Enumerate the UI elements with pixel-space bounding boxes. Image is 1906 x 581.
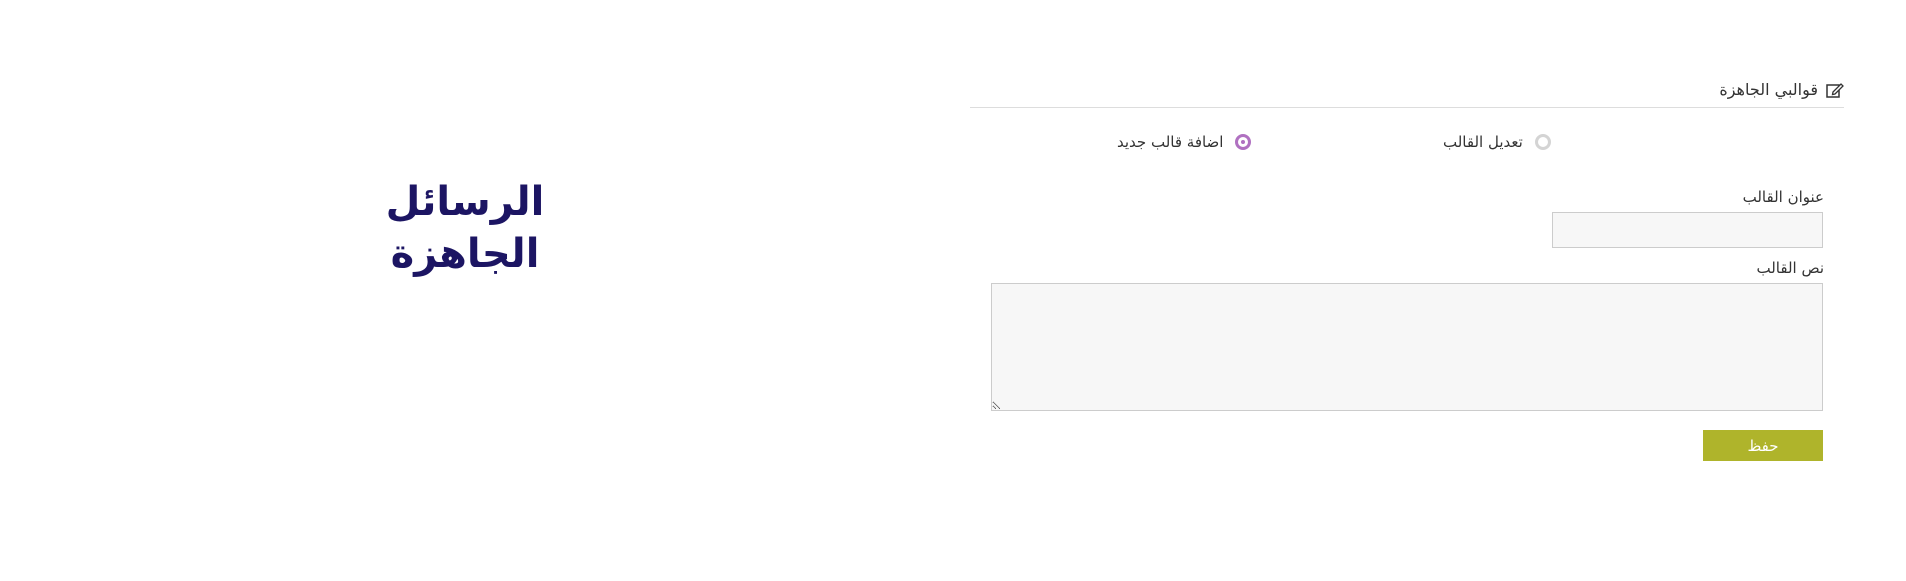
template-body-textarea[interactable] [991, 283, 1823, 411]
radio-label-edit: تعديل القالب [1443, 133, 1523, 151]
section-title-label: قوالبي الجاهزة [1719, 80, 1818, 99]
save-button[interactable]: حفظ [1703, 430, 1823, 461]
template-title-label: عنوان القالب [1742, 188, 1824, 206]
radio-button-add[interactable] [1235, 134, 1252, 150]
edit-icon [1826, 83, 1844, 98]
radio-edit-template[interactable]: تعديل القالب [1443, 133, 1551, 151]
radio-add-template[interactable]: اضافة قالب جديد [1117, 133, 1252, 151]
template-body-label: نص القالب [1756, 259, 1824, 277]
template-title-input[interactable] [1552, 212, 1823, 248]
section-header: قوالبي الجاهزة [970, 77, 1844, 108]
section-title: قوالبي الجاهزة [1719, 77, 1844, 103]
page-root: الرسائل الجاهزة قوالبي الجاهزة تعديل الق… [0, 0, 1906, 581]
radio-label-add: اضافة قالب جديد [1117, 133, 1224, 151]
radio-button-edit[interactable] [1534, 134, 1551, 150]
page-title: الرسائل الجاهزة [385, 179, 545, 277]
